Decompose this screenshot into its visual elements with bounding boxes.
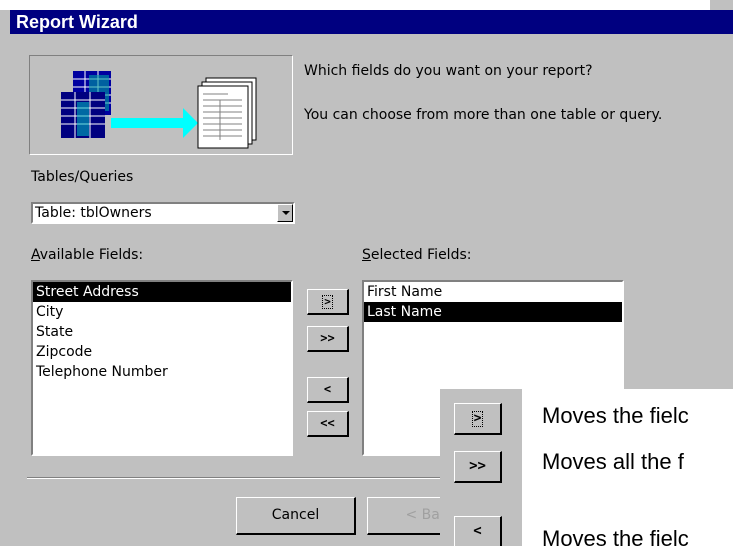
- tables-queries-dropdown[interactable]: Table: tblOwners: [31, 202, 295, 224]
- tables-queries-label: Tables/Queries: [31, 169, 134, 185]
- chevron-down-icon[interactable]: [277, 204, 293, 222]
- list-item[interactable]: First Name: [364, 282, 622, 302]
- list-item[interactable]: Zipcode: [33, 342, 291, 362]
- move-all-button[interactable]: >>: [307, 326, 349, 352]
- window-left-edge: [0, 10, 10, 546]
- move-one-button[interactable]: >: [307, 289, 349, 315]
- button-legend-callout: > Moves the fielc >> Moves all the f < M…: [440, 389, 733, 546]
- legend-remove-one-button: <: [454, 516, 502, 546]
- list-item[interactable]: City: [33, 302, 291, 322]
- cancel-button[interactable]: Cancel: [236, 497, 356, 535]
- fields-hint: You can choose from more than one table …: [304, 107, 663, 123]
- legend-remove-one-text: Moves the fielc: [542, 526, 689, 546]
- wizard-illustration: [29, 55, 293, 155]
- list-item[interactable]: State: [33, 322, 291, 342]
- legend-move-one-button: >: [454, 403, 502, 435]
- title-bar[interactable]: Report Wizard: [10, 10, 733, 34]
- tables-queries-value: Table: tblOwners: [35, 205, 152, 221]
- tables-to-report-icon: [61, 71, 257, 149]
- available-fields-list[interactable]: Street Address City State Zipcode Teleph…: [31, 280, 293, 456]
- window-corner: [710, 0, 733, 10]
- legend-move-all-text: Moves all the f: [542, 449, 684, 474]
- fields-question: Which fields do you want on your report?: [304, 63, 593, 79]
- selected-fields-label: Selected Fields:: [362, 247, 472, 263]
- legend-move-one-text: Moves the fielc: [542, 403, 689, 428]
- remove-all-button[interactable]: <<: [307, 411, 349, 437]
- window-title: Report Wizard: [16, 12, 138, 32]
- background-strip: [0, 0, 733, 10]
- remove-one-button[interactable]: <: [307, 377, 349, 403]
- available-fields-label: Available Fields:: [31, 247, 144, 263]
- legend-move-all-button: >>: [454, 451, 502, 483]
- list-item[interactable]: Telephone Number: [33, 362, 291, 382]
- list-item[interactable]: Last Name: [364, 302, 622, 322]
- list-item[interactable]: Street Address: [33, 282, 291, 302]
